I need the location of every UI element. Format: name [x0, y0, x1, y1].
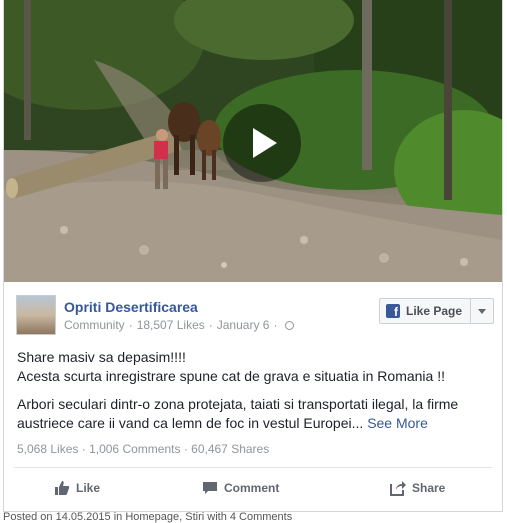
shares-count-link[interactable]: 60,467 Shares	[191, 442, 269, 456]
chevron-down-icon	[478, 308, 487, 314]
post-text-line2: Acesta scurta inregistrare spune cat de …	[17, 368, 445, 384]
comment-button-label: Comment	[224, 481, 280, 495]
like-button-label: Like	[76, 481, 101, 495]
divider	[14, 467, 492, 468]
comment-icon	[203, 482, 217, 494]
likes-count-link[interactable]: 5,068 Likes	[17, 442, 78, 456]
video-thumbnail[interactable]	[4, 0, 502, 282]
page-avatar[interactable]	[16, 295, 56, 335]
post-date[interactable]: January 6	[217, 318, 270, 332]
facebook-icon: f	[386, 304, 400, 318]
post-caption: Posted on 14.05.2015 in Homepage, Stiri …	[3, 511, 293, 523]
post-text: Share masiv sa depasim!!!! Acesta scurta…	[17, 348, 487, 442]
see-more-link[interactable]: See More	[367, 415, 428, 431]
like-button[interactable]: Like	[54, 480, 100, 496]
page-name-link[interactable]: Opriti Desertificarea	[64, 299, 198, 315]
play-icon	[253, 128, 277, 158]
comment-button[interactable]: Comment	[202, 480, 279, 496]
like-page-dropdown[interactable]	[470, 299, 493, 323]
post-stats: 5,068 Likes · 1,006 Comments · 60,467 Sh…	[17, 442, 270, 456]
thumbs-up-icon	[55, 481, 70, 495]
page-category: Community	[64, 318, 125, 332]
play-button[interactable]	[223, 104, 301, 182]
share-icon	[390, 481, 406, 496]
post-actions: Like Comment Share	[4, 474, 502, 506]
share-button[interactable]: Share	[390, 480, 445, 496]
share-button-label: Share	[412, 481, 446, 495]
post-text-line1: Share masiv sa depasim!!!!	[17, 349, 186, 365]
globe-icon	[285, 321, 295, 330]
page-likes-count: 18,507 Likes	[136, 318, 205, 332]
like-page-label: Like Page	[406, 304, 463, 318]
facebook-post-card: Opriti Desertificarea Community · 18,507 L…	[3, 0, 503, 512]
post-meta: Community · 18,507 Likes · January 6 ·	[64, 318, 295, 332]
like-page-button[interactable]: f Like Page	[380, 299, 470, 323]
like-page-button-group: f Like Page	[379, 298, 495, 324]
comments-count-link[interactable]: 1,006 Comments	[89, 442, 180, 456]
